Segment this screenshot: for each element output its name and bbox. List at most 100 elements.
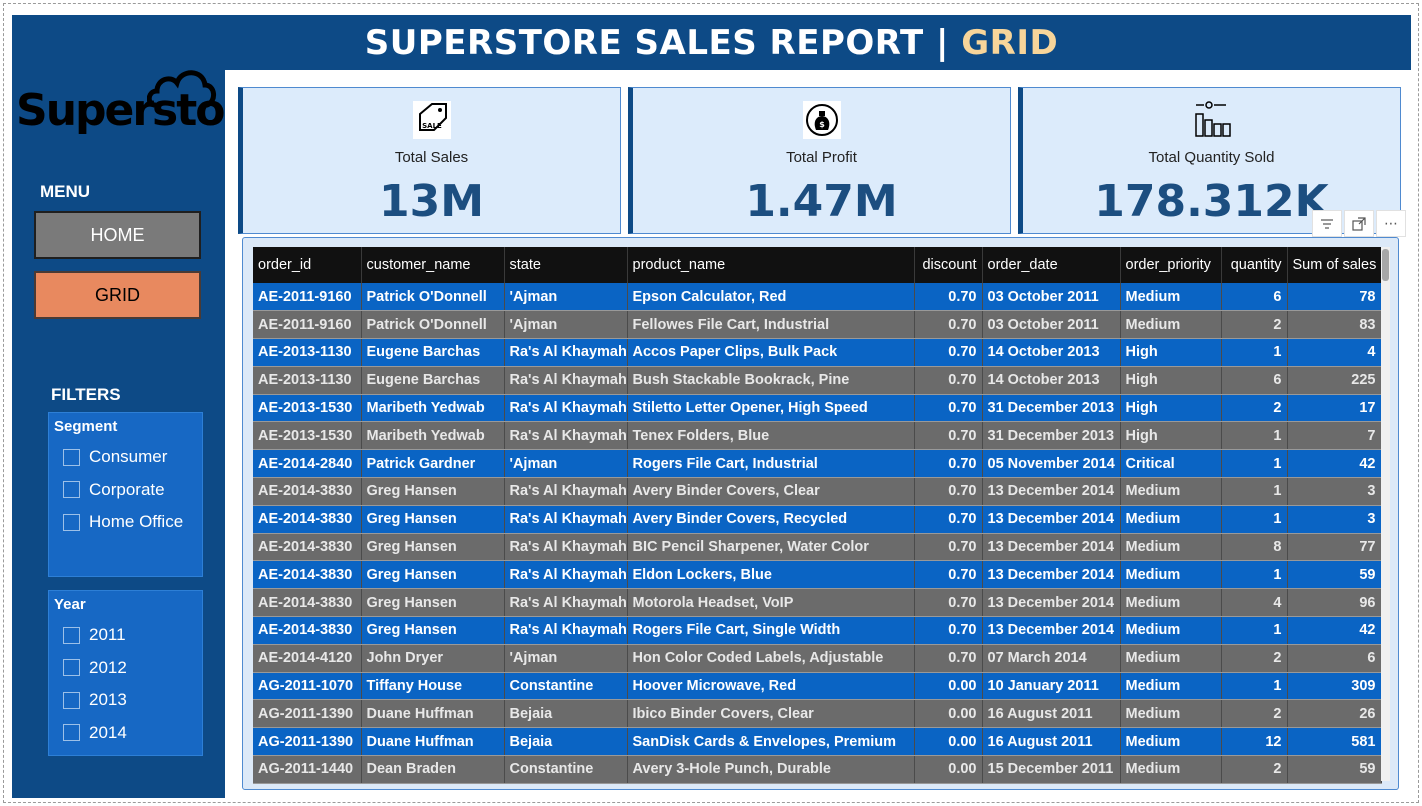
table-cell: 0.70 — [914, 505, 983, 534]
table-cell: Medium — [1120, 616, 1222, 645]
table-row[interactable]: AG-2011-1440 Dean Braden Constantine Avery … — [253, 755, 1382, 784]
table-cell: 1 — [1221, 421, 1288, 451]
table-cell: 31 December 2013 — [982, 394, 1121, 423]
year-option-2012[interactable]: 2012 — [49, 652, 202, 685]
table-scrollbar[interactable] — [1381, 247, 1390, 781]
table-cell: 05 November 2014 — [982, 449, 1121, 479]
column-header-order-date[interactable]: order_date — [982, 247, 1121, 283]
table-cell: 8 — [1221, 533, 1288, 562]
table-cell: AE-2011-9160 — [253, 283, 362, 312]
kpi-card-total-sales: SALE Total Sales 13M — [238, 87, 621, 234]
table-cell: 2 — [1221, 755, 1288, 784]
table-row[interactable]: AG-2011-1390 Duane Huffman Bejaia SanDisk C… — [253, 727, 1382, 757]
table-cell: AE-2014-3830 — [253, 588, 362, 618]
table-cell: Rogers File Cart, Single Width — [627, 616, 915, 645]
checkbox[interactable] — [63, 691, 80, 709]
column-header-sum-of-sales[interactable]: Sum of sales — [1287, 247, 1382, 283]
table-cell: 16 August 2011 — [982, 699, 1121, 729]
table-cell: Medium — [1120, 644, 1222, 673]
table-header-row: order_id customer_name state product_name di… — [253, 247, 1382, 283]
checkbox[interactable] — [63, 659, 80, 677]
table-row[interactable]: AE-2014-3830 Greg Hansen Ra's Al Khaymah Mo… — [253, 588, 1382, 618]
table-cell: Stiletto Letter Opener, High Speed — [627, 394, 915, 423]
table-row[interactable]: AE-2014-3830 Greg Hansen Ra's Al Khaymah Ro… — [253, 616, 1382, 645]
table-cell: SanDisk Cards & Envelopes, Premium — [627, 727, 915, 757]
table-cell: 03 October 2011 — [982, 310, 1121, 340]
table-cell: Critical — [1120, 449, 1222, 479]
option-label: Consumer — [89, 447, 168, 467]
column-header-discount[interactable]: discount — [914, 247, 983, 283]
table-row[interactable]: AE-2014-3830 Greg Hansen Ra's Al Khaymah El… — [253, 560, 1382, 590]
table-cell: Bush Stackable Bookrack, Pine — [627, 366, 915, 395]
report-title: SUPERSTORE SALES REPORT | GRID — [12, 15, 1411, 70]
title-main: SUPERSTORE SALES REPORT | — [364, 22, 949, 63]
column-header-order-id[interactable]: order_id — [253, 247, 362, 283]
scrollbar-thumb[interactable] — [1382, 249, 1389, 281]
table-cell: Constantine — [504, 672, 628, 701]
table-cell: 0.00 — [914, 672, 983, 701]
grid-button[interactable]: GRID — [34, 271, 201, 319]
table-cell: High — [1120, 366, 1222, 395]
option-label: 2011 — [89, 625, 126, 645]
checkbox[interactable] — [63, 626, 80, 644]
table-cell: Avery 3-Hole Punch, Durable — [627, 755, 915, 784]
table-cell: Bejaia — [504, 727, 628, 757]
table-cell: Tenex Folders, Blue — [627, 421, 915, 451]
table-cell: 309 — [1287, 672, 1382, 701]
option-label: 2013 — [89, 690, 127, 710]
table-row[interactable]: AE-2013-1530 Maribeth Yedwab Ra's Al Khaym… — [253, 394, 1382, 423]
filter-icon[interactable] — [1312, 210, 1342, 237]
table-cell: 12 — [1221, 727, 1288, 757]
table-cell: 0.70 — [914, 283, 983, 312]
table-row[interactable]: AE-2011-9160 Patrick O'Donnell 'Ajman Fello… — [253, 310, 1382, 340]
table-cell: High — [1120, 394, 1222, 423]
column-header-customer-name[interactable]: customer_name — [361, 247, 505, 283]
checkbox[interactable] — [63, 513, 80, 531]
year-option-2013[interactable]: 2013 — [49, 684, 202, 717]
checkbox[interactable] — [63, 724, 80, 742]
main-panel: SALE Total Sales 13M $ Total Profit 1.47… — [225, 70, 1411, 798]
table-cell: Ra's Al Khaymah — [504, 421, 628, 451]
column-header-product-name[interactable]: product_name — [627, 247, 915, 283]
home-button[interactable]: HOME — [34, 211, 201, 259]
table-row[interactable]: AE-2014-2840 Patrick Gardner 'Ajman Rogers … — [253, 449, 1382, 479]
column-header-state[interactable]: state — [504, 247, 628, 283]
year-option-2011[interactable]: 2011 — [49, 619, 202, 652]
table-row[interactable]: AE-2014-4120 John Dryer 'Ajman Hon Color Co… — [253, 644, 1382, 673]
table-cell: 0.70 — [914, 560, 983, 590]
table-cell: Bejaia — [504, 699, 628, 729]
table-cell: Hoover Microwave, Red — [627, 672, 915, 701]
more-options-icon[interactable]: ⋯ — [1376, 210, 1406, 237]
table-cell: Medium — [1120, 699, 1222, 729]
checkbox[interactable] — [63, 481, 80, 499]
table-cell: 13 December 2014 — [982, 616, 1121, 645]
table-row[interactable]: AG-2011-1390 Duane Huffman Bejaia Ibico Bin… — [253, 699, 1382, 729]
column-header-order-priority[interactable]: order_priority — [1120, 247, 1222, 283]
table-cell: AE-2014-3830 — [253, 616, 362, 645]
table-cell: 13 December 2014 — [982, 477, 1121, 506]
table-row[interactable]: AE-2013-1130 Eugene Barchas Ra's Al Khayma… — [253, 366, 1382, 395]
table-row[interactable]: AE-2013-1530 Maribeth Yedwab Ra's Al Khaym… — [253, 421, 1382, 451]
table-row[interactable]: AE-2013-1130 Eugene Barchas Ra's Al Khayma… — [253, 338, 1382, 367]
table-cell: 2 — [1221, 699, 1288, 729]
year-option-2014[interactable]: 2014 — [49, 717, 202, 750]
option-label: 2014 — [89, 722, 127, 742]
table-row[interactable]: AE-2014-3830 Greg Hansen Ra's Al Khaymah Av… — [253, 477, 1382, 506]
table-row[interactable]: AG-2011-1070 Tiffany House Constantine Hoov… — [253, 672, 1382, 701]
table-cell: 07 March 2014 — [982, 644, 1121, 673]
table-row[interactable]: AE-2014-3830 Greg Hansen Ra's Al Khaymah Av… — [253, 505, 1382, 534]
table-row[interactable]: AE-2014-3830 Greg Hansen Ra's Al Khaymah BI… — [253, 533, 1382, 562]
kpi-value: 13M — [378, 176, 484, 227]
focus-mode-icon[interactable] — [1344, 210, 1374, 237]
segment-option-home-office[interactable]: Home Office — [49, 506, 202, 539]
table-cell: Constantine — [504, 755, 628, 784]
segment-option-consumer[interactable]: Consumer — [49, 441, 202, 474]
table-row[interactable]: AE-2011-9160 Patrick O'Donnell 'Ajman Epson… — [253, 283, 1382, 312]
table-cell: 2 — [1221, 310, 1288, 340]
table-cell: 59 — [1287, 560, 1382, 590]
svg-text:SALE: SALE — [422, 122, 442, 130]
table-cell: Ra's Al Khaymah — [504, 588, 628, 618]
segment-option-corporate[interactable]: Corporate — [49, 474, 202, 507]
column-header-quantity[interactable]: quantity — [1221, 247, 1288, 283]
checkbox[interactable] — [63, 448, 80, 466]
